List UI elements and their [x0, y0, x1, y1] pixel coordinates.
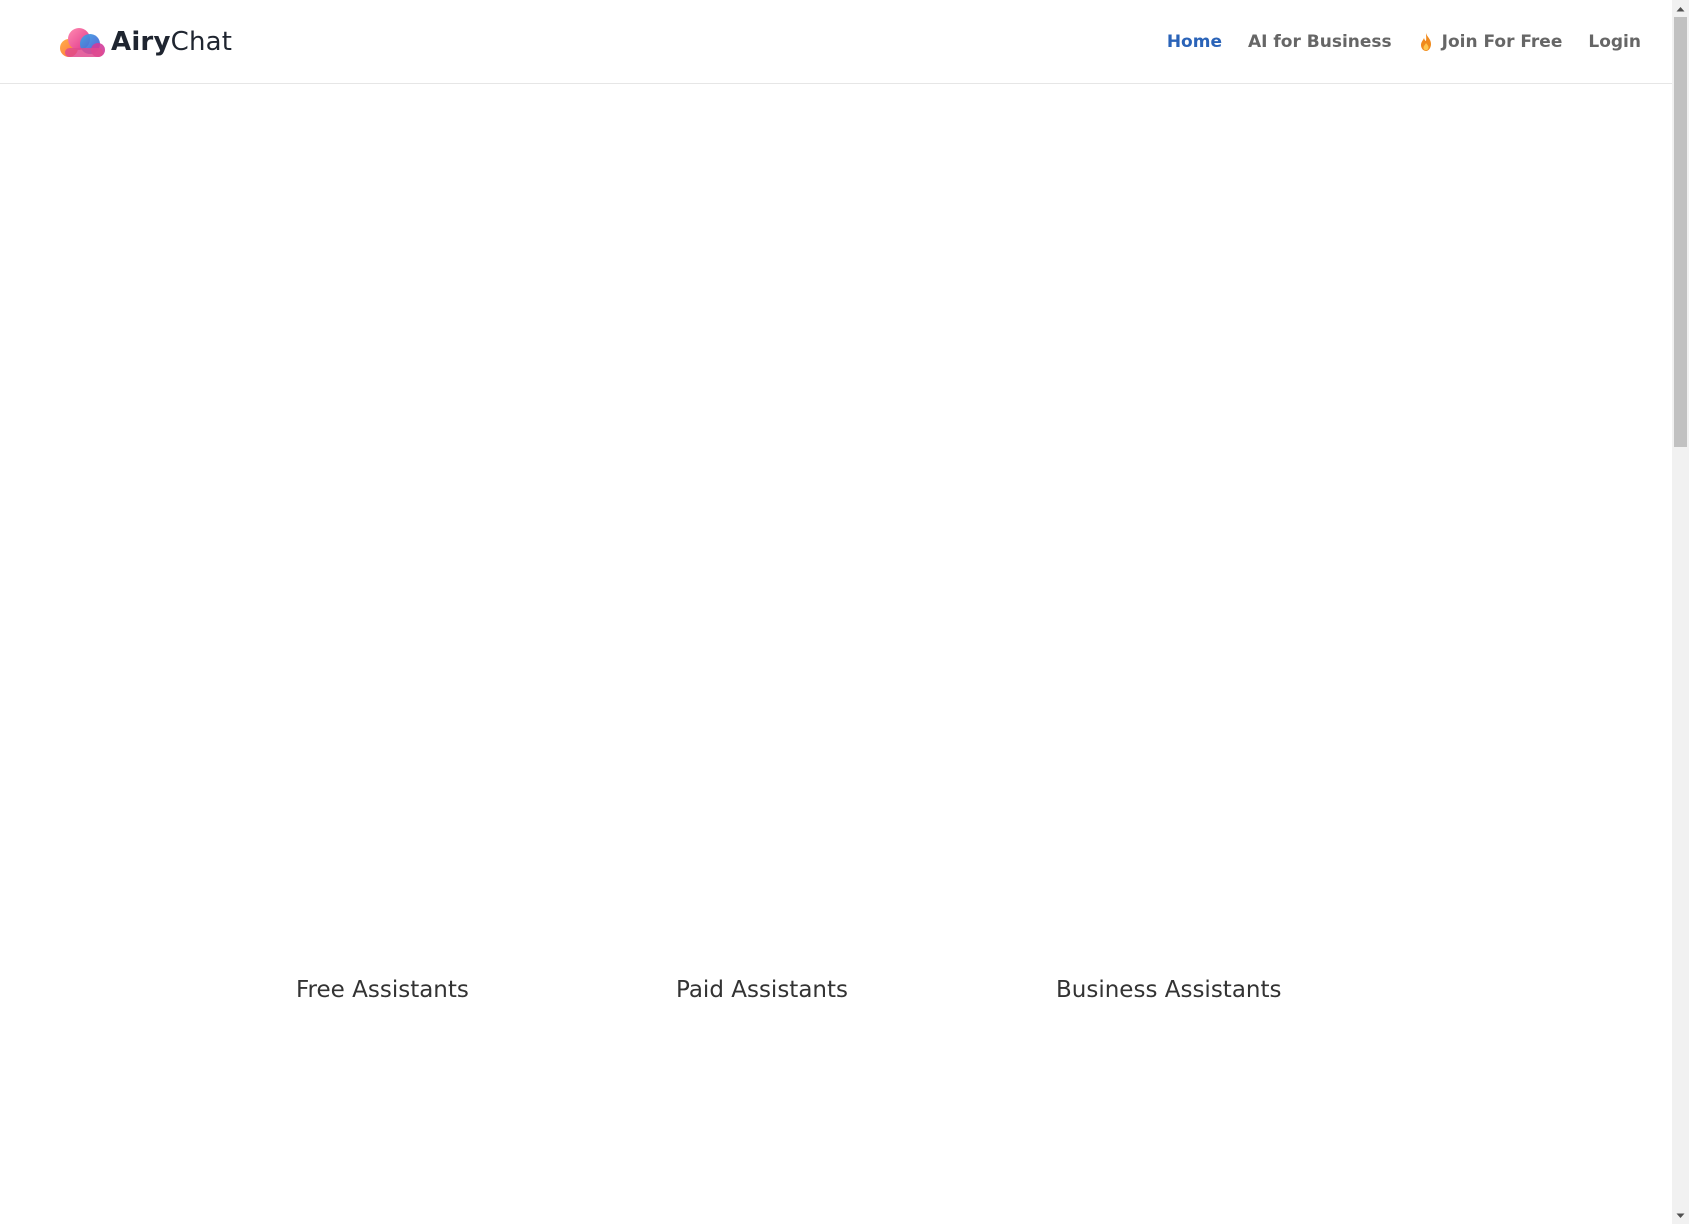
fire-icon [1420, 33, 1431, 51]
scroll-thumb[interactable] [1674, 17, 1687, 447]
tab-paid-assistants[interactable]: Paid Assistants [676, 970, 848, 1010]
assistant-tabs: Free Assistants Paid Assistants Business… [0, 970, 1672, 1010]
brand-name-light: Chat [170, 27, 233, 57]
brand-name-strong: Airy [111, 27, 171, 57]
brand-logo-link[interactable]: AiryChat [57, 22, 232, 62]
nav-ai-for-business[interactable]: AI for Business [1248, 28, 1392, 56]
tab-free-assistants[interactable]: Free Assistants [296, 970, 469, 1010]
brand-name: AiryChat [111, 22, 232, 62]
page: AiryChat Home AI for Business Join For F… [0, 0, 1672, 1224]
vertical-scrollbar[interactable] [1672, 0, 1689, 1224]
nav-join-for-free[interactable]: Join For Free [1418, 28, 1563, 56]
cloud-logo-icon [60, 28, 105, 57]
tab-business-assistants[interactable]: Business Assistants [1056, 970, 1282, 1010]
main-nav: Home AI for Business Join For Free Login [1141, 28, 1641, 56]
nav-home[interactable]: Home [1167, 28, 1222, 56]
scroll-down-arrow-icon[interactable] [1672, 1207, 1689, 1224]
nav-join-label: Join For Free [1441, 32, 1563, 52]
site-header: AiryChat Home AI for Business Join For F… [0, 0, 1672, 84]
nav-login[interactable]: Login [1588, 28, 1641, 56]
scroll-up-arrow-icon[interactable] [1672, 0, 1689, 17]
